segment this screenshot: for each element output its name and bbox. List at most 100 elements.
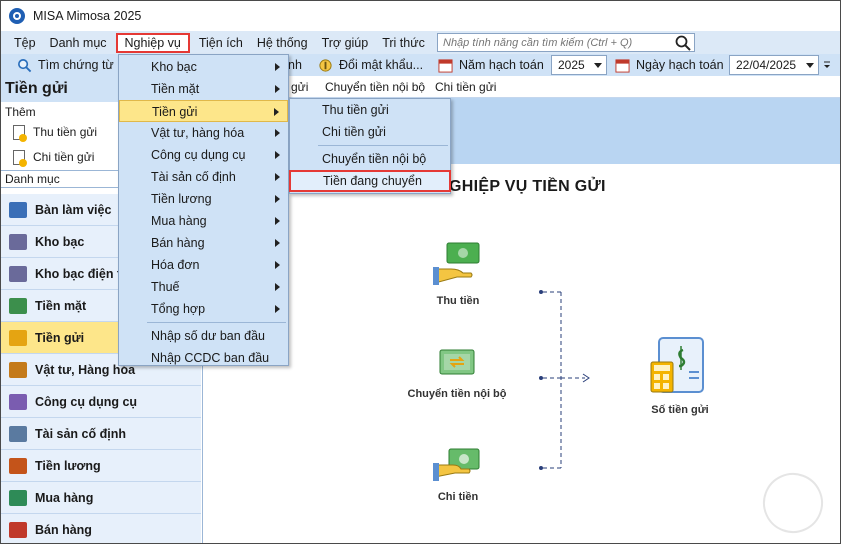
dropdown-item-13[interactable]: Nhập CCDC ban đầu bbox=[119, 347, 288, 369]
calendar-icon bbox=[438, 58, 453, 73]
pay-money-icon bbox=[433, 448, 480, 481]
dropdown-item-2[interactable]: Tiền gửi bbox=[119, 100, 288, 122]
sidebar-item-10[interactable]: Bán hàng bbox=[1, 514, 201, 543]
goods-icon bbox=[9, 361, 27, 378]
overflow-chevron-icon bbox=[824, 61, 830, 68]
tien-gui-submenu: Thu tiền gửi Chi tiền gửi Chuyển tiền nộ… bbox=[289, 98, 451, 194]
feature-chuyen-tien-noi-bo-label: Chuyển tiền nội bộ bbox=[407, 388, 507, 400]
sidebar-item-label: Tài sản cố định bbox=[35, 426, 126, 441]
tab-chi-tien-gui[interactable]: Chi tiền gửi bbox=[435, 80, 496, 94]
dropdown-item-10[interactable]: Thuế bbox=[119, 276, 288, 298]
main-content: NGHIỆP VỤ TIỀN GỬI Thu tiền Chuyển tiền … bbox=[203, 164, 840, 543]
dropdown-item-8[interactable]: Bán hàng bbox=[119, 232, 288, 254]
feature-search bbox=[437, 33, 695, 52]
feature-thu-tien[interactable]: Thu tiền bbox=[423, 239, 493, 307]
submenu-chuyen-tien-noi-bo[interactable]: Chuyển tiền nội bộ bbox=[290, 148, 450, 170]
desk-icon bbox=[9, 201, 27, 218]
feature-search-input[interactable] bbox=[438, 34, 668, 51]
menu-nghiep-vu[interactable]: Nghiệp vụ bbox=[115, 32, 190, 53]
fiscal-year-select[interactable]: 2025 bbox=[551, 55, 607, 75]
search-icon[interactable] bbox=[675, 35, 691, 51]
feature-so-tien-gui-label: Số tiền gửi bbox=[651, 404, 709, 416]
feature-chi-tien-label: Chi tiền bbox=[437, 491, 479, 503]
fiscal-year-value: 2025 bbox=[558, 58, 585, 72]
posting-date-label-group: Ngày hạch toán bbox=[615, 55, 724, 75]
submenu-thu-tien-gui[interactable]: Thu tiền gửi bbox=[290, 99, 450, 121]
title-bar: MISA Mimosa 2025 bbox=[1, 1, 840, 31]
dropdown-item-6[interactable]: Tiền lương bbox=[119, 188, 288, 210]
sidebar-item-8[interactable]: Tiền lương bbox=[1, 450, 201, 482]
change-password-label: Đổi mật khẩu... bbox=[339, 58, 424, 72]
posting-date-value: 22/04/2025 bbox=[736, 58, 797, 72]
dropdown-item-3[interactable]: Vật tư, hàng hóa bbox=[119, 122, 288, 144]
nghiep-vu-dropdown: Kho bạc Tiền mặt Tiền gửi Vật tư, hàng hóa C… bbox=[118, 54, 289, 366]
menu-tro-giup[interactable]: Trợ giúp bbox=[315, 33, 376, 53]
dropdown-item-5[interactable]: Tài sản cố định bbox=[119, 166, 288, 188]
submenu-chi-tien-gui[interactable]: Chi tiền gửi bbox=[290, 121, 450, 143]
add-thu-tien-gui[interactable]: Thu tiền gửi bbox=[13, 122, 97, 142]
sidebar-item-9[interactable]: Mua hàng bbox=[1, 482, 201, 514]
dropdown-item-4[interactable]: Công cụ dụng cụ bbox=[119, 144, 288, 166]
sidebar-item-label: Tiền gửi bbox=[35, 330, 85, 345]
chevron-down-icon bbox=[594, 63, 602, 68]
chevron-down-icon bbox=[806, 63, 814, 68]
menu-bar: Tệp Danh mục Nghiệp vụ Tiện ích Hệ thống… bbox=[1, 31, 840, 54]
feature-thu-tien-label: Thu tiền bbox=[436, 295, 480, 307]
tab-strip: gửi Chuyển tiền nội bộ Chi tiền gửi bbox=[203, 76, 840, 98]
menu-tep[interactable]: Tệp bbox=[7, 33, 43, 53]
cash-icon bbox=[9, 297, 27, 314]
menu-tien-ich[interactable]: Tiện ích bbox=[192, 33, 250, 53]
deposit-ledger-icon bbox=[650, 337, 704, 393]
app-window: MISA Mimosa 2025 Tệp Danh mục Nghiệp vụ … bbox=[0, 0, 841, 544]
dropdown-item-0[interactable]: Kho bạc bbox=[119, 56, 288, 78]
feature-chuyen-tien-noi-bo[interactable]: Chuyển tiền nội bộ bbox=[401, 344, 513, 400]
dropdown-divider bbox=[147, 322, 286, 323]
submenu-divider bbox=[318, 145, 448, 146]
change-password-button[interactable]: Đổi mật khẩu... bbox=[318, 55, 423, 75]
menu-he-thong[interactable]: Hệ thống bbox=[250, 33, 315, 53]
toolbar-partial-label: nh bbox=[288, 58, 302, 72]
fiscal-year-label: Năm hạch toán bbox=[459, 58, 544, 72]
tab-chuyen-tien-noi-bo[interactable]: Chuyển tiền nội bộ bbox=[325, 80, 425, 94]
sidebar-item-label: Bán hàng bbox=[35, 522, 92, 537]
window-title: MISA Mimosa 2025 bbox=[33, 9, 142, 23]
menu-danh-muc[interactable]: Danh mục bbox=[43, 33, 114, 53]
bank-icon bbox=[9, 233, 27, 250]
calendar-icon bbox=[615, 58, 630, 73]
dropdown-item-7[interactable]: Mua hàng bbox=[119, 210, 288, 232]
asset-icon bbox=[9, 425, 27, 442]
add-chi-tien-gui-label: Chi tiền gửi bbox=[33, 150, 95, 164]
tab-tien-gui-partial[interactable]: gửi bbox=[291, 80, 308, 94]
flow-connector bbox=[539, 290, 590, 470]
sidebar-item-6[interactable]: Công cụ dụng cụ bbox=[1, 386, 201, 418]
nghiep-vu-menu-list: Kho bạc Tiền mặt Tiền gửi Vật tư, hàng hóa C… bbox=[119, 55, 288, 369]
deposit-icon bbox=[9, 329, 27, 346]
posting-date-label: Ngày hạch toán bbox=[636, 58, 724, 72]
cart-icon bbox=[9, 489, 27, 506]
fiscal-year-label-group: Năm hạch toán bbox=[438, 55, 544, 75]
find-voucher-button[interactable]: Tìm chứng từ bbox=[17, 55, 114, 75]
transfer-money-icon bbox=[439, 349, 475, 375]
sidebar-item-label: Tiền mặt bbox=[35, 298, 87, 313]
dropdown-item-11[interactable]: Tổng hợp bbox=[119, 298, 288, 320]
tools-icon bbox=[9, 393, 27, 410]
dropdown-item-9[interactable]: Hóa đơn bbox=[119, 254, 288, 276]
toolbar-overflow-button[interactable] bbox=[823, 55, 831, 75]
dropdown-item-12[interactable]: Nhập số dư ban đầu bbox=[119, 325, 288, 347]
feature-so-tien-gui[interactable]: Số tiền gửi bbox=[635, 336, 725, 416]
submenu-tien-dang-chuyen[interactable]: Tiền đang chuyển bbox=[289, 170, 451, 192]
sidebar-item-7[interactable]: Tài sản cố định bbox=[1, 418, 201, 450]
dropdown-item-1[interactable]: Tiền mặt bbox=[119, 78, 288, 100]
receive-money-icon bbox=[433, 242, 480, 285]
toolbar-partial-button[interactable]: nh bbox=[288, 55, 302, 75]
posting-date-select[interactable]: 22/04/2025 bbox=[729, 55, 819, 75]
feature-chi-tien[interactable]: Chi tiền bbox=[423, 447, 493, 503]
sidebar-item-label: Kho bạc bbox=[35, 234, 85, 249]
sale-icon bbox=[9, 521, 27, 538]
salary-icon bbox=[9, 457, 27, 474]
document-icon bbox=[13, 124, 27, 142]
magnifier-icon bbox=[18, 58, 32, 72]
app-logo-icon bbox=[9, 8, 25, 24]
add-chi-tien-gui[interactable]: Chi tiền gửi bbox=[13, 147, 94, 167]
menu-tri-thuc[interactable]: Tri thức bbox=[375, 33, 432, 53]
